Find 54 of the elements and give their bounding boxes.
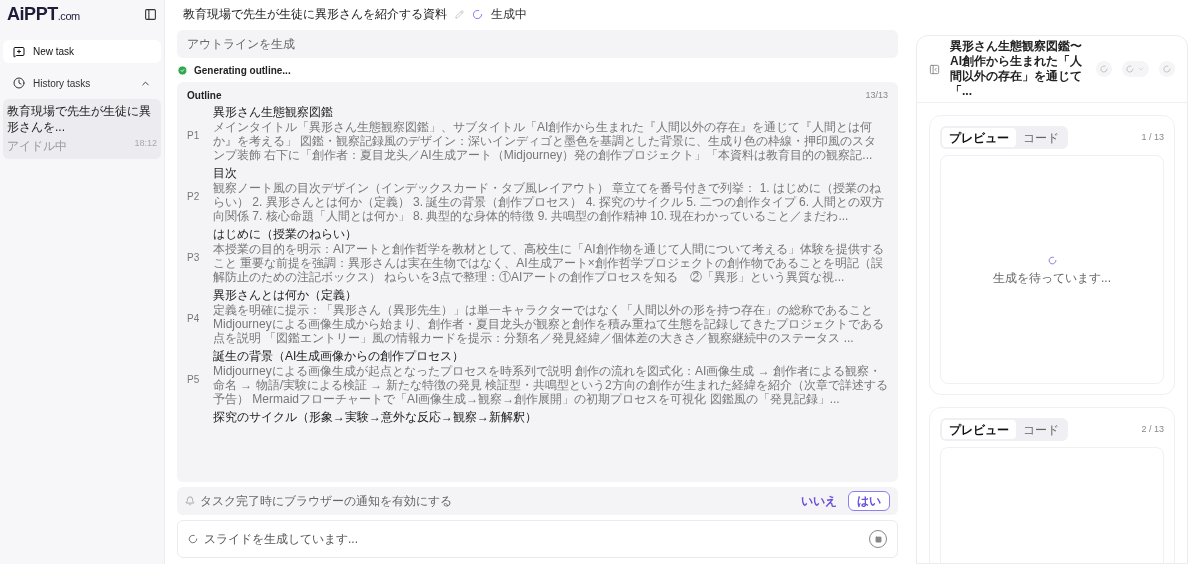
outline-item-description: 本授業の目的を明示：AIアートと創作哲学を教材として、高校生に「AI創作物を通じて人間について考える」体験を提供すること 重要な前提を強調：異形さんは実在生物ではなく、AI生成アート×創作哲学プロジェクトの創作物であることを明記（誤解防止のための注記ボックス） ねらいを3点で整理：①AIアートの創作プロセスを知る ②「異形」という異質な視... (213, 242, 885, 284)
slide-counter: 1 / 13 (1141, 130, 1164, 144)
status-label: 生成中 (491, 6, 527, 23)
loading-icon (188, 534, 198, 544)
notification-text: タスク完了時にブラウザーの通知を有効にする (200, 493, 453, 510)
yes-button[interactable]: はい (848, 491, 890, 511)
waiting-message: 生成を待っています... (993, 270, 1111, 287)
loading-icon[interactable] (1122, 61, 1149, 77)
step-label: アウトラインを生成 (187, 36, 295, 53)
view-tab[interactable]: コード (1016, 420, 1066, 439)
page-number: P1 (187, 129, 200, 141)
outline-item-title: はじめに（授業のねらい） (213, 227, 358, 242)
page-number: P5 (187, 373, 200, 385)
outline-item-description: メインタイトル「異形さん生態観察図鑑」、サブタイトル「AI創作から生まれた『人間以外の存在』を通じて『人間とは何か』を考える」 図鑑・観察記録風のデザイン：深いインディゴと墨色を基調とした背景に、生成り色の枠線・押印風のスタンプ装飾 右下に「創作者：夏目龙头／AI生成アート（Midjourney）発の創作プロジェクト」「本資料は教育目的の観察記... (213, 120, 878, 162)
loading-icon[interactable] (1096, 61, 1112, 77)
outline-title: Outline (187, 89, 222, 103)
outline-count: 13/13 (865, 88, 888, 102)
task-title: 教育現場で先生が生徒に異形さんを紹介する資料 (183, 6, 447, 23)
history-item-status: アイドル中 (7, 138, 67, 155)
composer-status: スライドを生成しています... (204, 531, 359, 548)
page-number: P4 (187, 312, 200, 324)
loading-icon (1047, 256, 1057, 265)
sidebar-toggle-icon[interactable] (144, 7, 157, 21)
panel-toggle-icon[interactable] (929, 63, 940, 75)
stop-icon (874, 535, 882, 543)
outline-item-title: 異形さんとは何か（定義） (213, 288, 358, 303)
logo[interactable]: AiPPT.com (7, 5, 80, 23)
history-item[interactable]: 教育現場で先生が生徒に異形さんを... アイドル中 18:12 (3, 99, 161, 159)
page-number: P3 (187, 251, 200, 263)
outline-item-description: 観察ノート風の目次デザイン（インデックスカード・タブ風レイアウト） 章立てを番号付きで列挙： 1. はじめに（授業のねらい） 2. 異形さんとは何か（定義） 3. 誕生の背景（創作プロセス） 4. 探究のサイクル 5. 二つの創作タイプ 6. 人間との双方向関係 7. 核心命題「人間とは何か」 8. 典型的な身体的特徴 9. 共鳴型の創作精神 10. 現在わかっていること／まだわ... (213, 181, 886, 223)
outline-item-title: 誕生の背景（AI生成画像からの創作プロセス） (213, 349, 466, 364)
new-task-button[interactable]: New task (3, 40, 161, 63)
history-item-title: 教育現場で先生が生徒に異形さんを... (7, 103, 152, 135)
outline-item-description: Midjourneyによる画像生成が起点となったプロセスを時系列で説明 創作の流れを図式化：AI画像生成 → 創作者による観察・命名 → 物語/実験による検証 → 新たな特徴の発見 検証型・共鳴型という2方向の創作が生まれた経緯を紹介（次章で詳述する予告） Mermaidフローチャートで「AI画像生成→観察→創作展開」の初期プロセスを可視化 図鑑風の「発見記録」... (213, 364, 888, 406)
outline-item-description: 定義を明確に提示：「異形さん（異形先生）」は単一キャラクターではなく「人間以外の形を持つ存在」の総称であること Midjourneyによる画像生成から始まり、創作者・夏目龙头が観察と創作を積み重ねて生態を記録してきたプロジェクトである点を説明 「図鑑エントリー」風の情報カードを提示：分類名／発見経緯／個体差の大きさ／観察継続中のステータス ... (213, 303, 885, 345)
page-number: P2 (187, 190, 200, 202)
progress-label: Generating outline... (194, 63, 291, 78)
loading-icon[interactable] (1159, 61, 1175, 77)
no-button[interactable]: いいえ (795, 492, 843, 510)
loading-icon (472, 8, 483, 20)
bell-icon (185, 496, 195, 506)
outline-item-title: 異形さん生態観察図鑑 (213, 105, 334, 120)
clock-icon (13, 77, 25, 89)
preview-title: 異形さん生態観察図鑑〜AI創作から生まれた「人間以外の存在」を通じて「... (950, 39, 1083, 99)
history-tasks-toggle[interactable]: History tasks (3, 71, 161, 95)
view-tab[interactable]: プレビュー (942, 128, 1016, 147)
history-item-time: 18:12 (134, 137, 157, 150)
outline-item-title: 目次 (213, 166, 238, 181)
view-tab[interactable]: プレビュー (942, 420, 1016, 439)
view-tab[interactable]: コード (1016, 128, 1066, 147)
outline-item-title: 探究のサイクル（形象→実験→意外な反応→観察→新解釈） (213, 410, 538, 425)
edit-icon[interactable] (455, 9, 464, 19)
slide-counter: 2 / 13 (1141, 422, 1164, 436)
new-task-icon (13, 45, 25, 58)
